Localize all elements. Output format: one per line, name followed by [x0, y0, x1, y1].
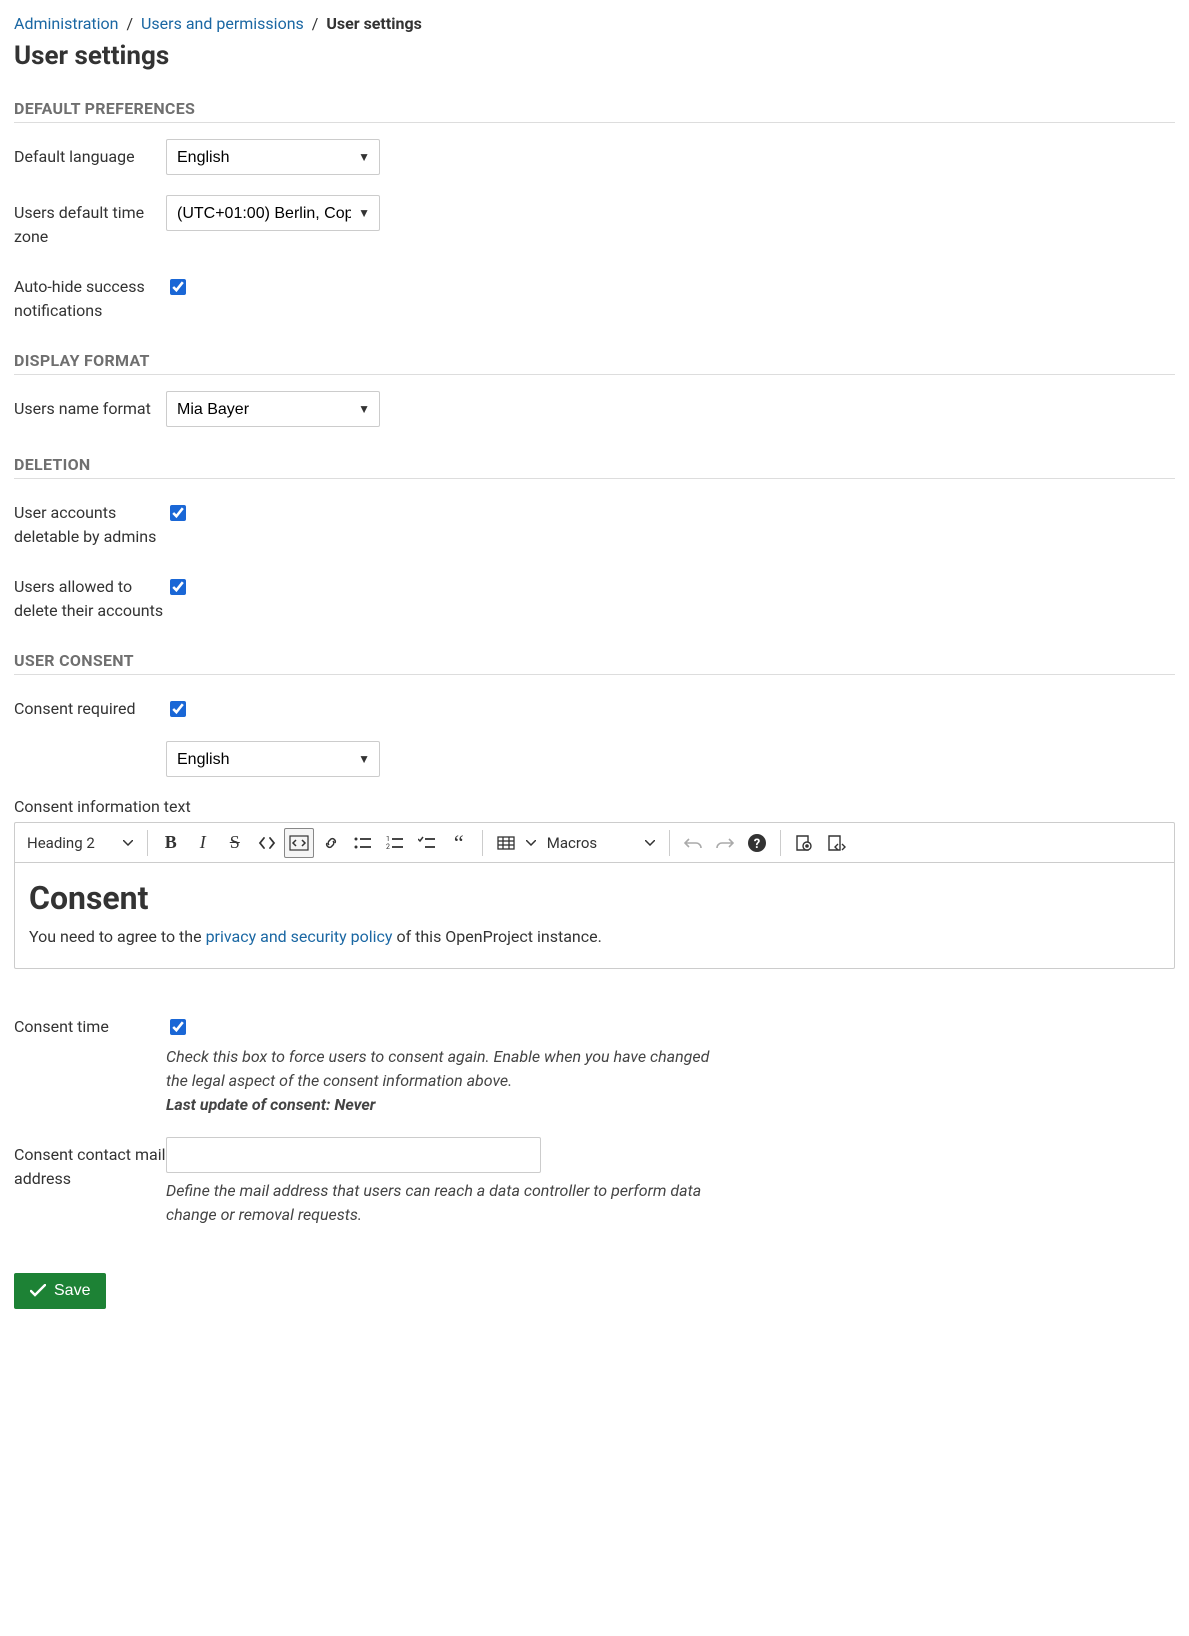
- label-consent-time: Consent time: [14, 1009, 166, 1039]
- chevron-down-icon: [123, 840, 133, 846]
- link-icon[interactable]: [316, 828, 346, 858]
- quote-icon[interactable]: “: [444, 828, 474, 858]
- heading-dropdown-label: Heading 2: [27, 834, 95, 852]
- table-icon[interactable]: [491, 828, 521, 858]
- svg-text:?: ?: [754, 837, 760, 852]
- breadcrumb: Administration / Users and permissions /…: [14, 14, 1175, 33]
- macros-dropdown-label: Macros: [547, 834, 597, 852]
- numbered-list-icon[interactable]: 12: [380, 828, 410, 858]
- italic-icon[interactable]: I: [188, 828, 218, 858]
- checkbox-self-delete[interactable]: [170, 579, 186, 595]
- checklist-icon[interactable]: [412, 828, 442, 858]
- macros-dropdown[interactable]: Macros: [541, 828, 661, 858]
- save-button[interactable]: Save: [14, 1273, 106, 1309]
- redo-icon[interactable]: [710, 828, 740, 858]
- select-default-language[interactable]: English: [166, 139, 380, 175]
- toolbar-separator: [669, 830, 670, 856]
- hint-consent-time: Check this box to force users to consent…: [166, 1047, 709, 1090]
- label-contact-mail: Consent contact mail address: [14, 1137, 166, 1191]
- undo-icon[interactable]: [678, 828, 708, 858]
- bold-icon[interactable]: B: [156, 828, 186, 858]
- breadcrumb-separator: /: [312, 14, 319, 33]
- label-deletable-admins: User accounts deletable by admins: [14, 495, 166, 549]
- consent-paragraph: You need to agree to the privacy and sec…: [29, 927, 1160, 946]
- save-button-label: Save: [54, 1282, 90, 1300]
- hint-consent-last-update: Last update of consent: Never: [166, 1095, 375, 1114]
- heading-dropdown[interactable]: Heading 2: [21, 828, 139, 858]
- label-autohide: Auto-hide success notifications: [14, 269, 166, 323]
- svg-text:1: 1: [386, 836, 390, 843]
- toolbar-separator: [482, 830, 483, 856]
- section-heading-deletion: DELETION: [14, 455, 1175, 479]
- table-dropdown-icon[interactable]: [523, 828, 539, 858]
- label-default-timezone: Users default time zone: [14, 195, 166, 249]
- breadcrumb-link-users[interactable]: Users and permissions: [141, 14, 304, 33]
- select-name-format[interactable]: Mia Bayer: [166, 391, 380, 427]
- rich-text-editor: Heading 2 B I S 12 “ Macros ? Consent Yo…: [14, 822, 1175, 969]
- breadcrumb-link-administration[interactable]: Administration: [14, 14, 119, 33]
- label-consent-info: Consent information text: [14, 797, 1175, 816]
- checkbox-consent-required[interactable]: [170, 701, 186, 717]
- check-icon: [30, 1284, 46, 1298]
- strikethrough-icon[interactable]: S: [220, 828, 250, 858]
- breadcrumb-current: User settings: [326, 14, 422, 33]
- label-consent-required: Consent required: [14, 691, 166, 721]
- editor-content[interactable]: Consent You need to agree to the privacy…: [15, 863, 1174, 968]
- label-name-format: Users name format: [14, 391, 166, 421]
- page-title: User settings: [14, 41, 1175, 71]
- label-default-language: Default language: [14, 139, 166, 169]
- source-icon[interactable]: [821, 828, 851, 858]
- privacy-policy-link[interactable]: privacy and security policy: [206, 927, 393, 946]
- help-icon[interactable]: ?: [742, 828, 772, 858]
- chevron-down-icon: [645, 840, 655, 846]
- preview-icon[interactable]: [789, 828, 819, 858]
- consent-heading: Consent: [29, 879, 1160, 917]
- code-icon[interactable]: [252, 828, 282, 858]
- editor-toolbar: Heading 2 B I S 12 “ Macros ?: [15, 823, 1174, 863]
- code-block-icon[interactable]: [284, 828, 314, 858]
- select-default-timezone[interactable]: (UTC+01:00) Berlin, Copenhagen: [166, 195, 380, 231]
- checkbox-autohide[interactable]: [170, 279, 186, 295]
- section-heading-display-format: DISPLAY FORMAT: [14, 351, 1175, 375]
- checkbox-consent-time[interactable]: [170, 1019, 186, 1035]
- toolbar-separator: [147, 830, 148, 856]
- checkbox-deletable-admins[interactable]: [170, 505, 186, 521]
- section-heading-user-consent: USER CONSENT: [14, 651, 1175, 675]
- label-self-delete: Users allowed to delete their accounts: [14, 569, 166, 623]
- input-contact-mail[interactable]: [166, 1137, 541, 1173]
- select-consent-language[interactable]: English: [166, 741, 380, 777]
- hint-contact-mail: Define the mail address that users can r…: [166, 1179, 726, 1227]
- svg-text:2: 2: [386, 843, 390, 850]
- section-heading-default-preferences: DEFAULT PREFERENCES: [14, 99, 1175, 123]
- label-consent-lang: [14, 741, 166, 747]
- breadcrumb-separator: /: [126, 14, 133, 33]
- bullet-list-icon[interactable]: [348, 828, 378, 858]
- toolbar-separator: [780, 830, 781, 856]
